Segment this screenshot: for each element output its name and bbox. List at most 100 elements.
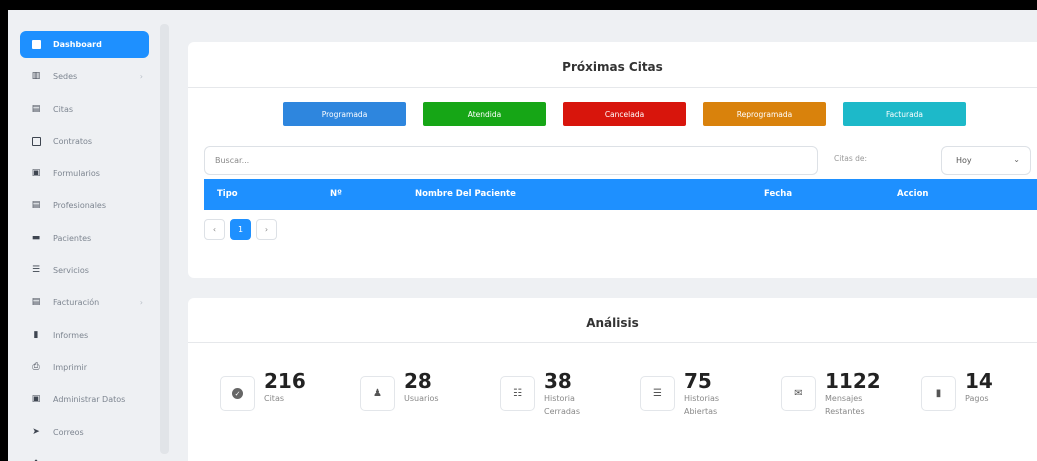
stat-text: 75 Historias Abiertas (684, 370, 719, 418)
list-icon: ☰ (31, 265, 41, 276)
stat-label: Usuarios (404, 394, 439, 403)
analysis-title: Análisis (586, 316, 639, 330)
database-icon: ▣ (31, 394, 41, 405)
sidebar-item-sedes[interactable]: ▥ Sedes › (20, 63, 149, 90)
sidebar-item-contratos[interactable]: Contratos (20, 128, 149, 155)
sidebar-item-dashboard[interactable]: Dashboard (20, 31, 149, 58)
sidebar-item-correos[interactable]: ➤ Correos (20, 419, 149, 446)
sidebar-item-administrar-datos[interactable]: ▣ Administrar Datos (20, 386, 149, 413)
sidebar-item-pacientes[interactable]: ▬ Pacientes (20, 225, 149, 252)
sidebar-item-formularios[interactable]: ▣ Formularios (20, 160, 149, 187)
dashboard-icon (31, 40, 41, 50)
sidebar-item-label: Sedes (53, 72, 78, 82)
stat-value: 28 (404, 369, 432, 393)
check-circle-icon: ✓ (220, 376, 255, 411)
stat-label: Abiertas (684, 407, 718, 416)
chevron-right-icon: › (139, 298, 143, 308)
stat-label: Historias (684, 394, 720, 403)
chevron-right-icon: › (139, 72, 143, 82)
sidebar-item-configuraciones[interactable]: ✿Configuraciones› (20, 451, 149, 461)
sidebar-item-informes[interactable]: ▮ Informes (20, 322, 149, 349)
search-input[interactable] (204, 146, 818, 175)
list-icon: ☰ (640, 376, 675, 411)
form-icon: ▣ (31, 168, 41, 179)
contract-icon (31, 136, 41, 146)
date-filter-value: Hoy (956, 156, 972, 165)
stat-item: ☰ 75 Historias Abiertas (640, 370, 719, 418)
stat-label: Restantes (825, 407, 865, 416)
stat-label: Pagos (965, 394, 989, 403)
sidebar-nav: Dashboard ▥ Sedes › ▤ Citas Contratos ▣ Formular… (20, 31, 149, 461)
sidebar-item-label: Administrar Datos (53, 395, 126, 405)
calendar-icon: ▤ (31, 103, 41, 114)
sidebar-item-label: Profesionales (53, 201, 106, 211)
sidebar-item-label: Formularios (53, 169, 100, 179)
stat-text: 1122 Mensajes Restantes (825, 370, 881, 418)
pagination: ‹ 1 › (204, 219, 277, 240)
appointments-card: Próximas Citas Programada Atendida Cancela… (188, 42, 1037, 278)
professional-icon: ▤ (31, 200, 41, 211)
stat-value: 216 (264, 369, 306, 393)
appointments-title: Próximas Citas (562, 60, 663, 74)
sidebar-item-label: Pacientes (53, 233, 92, 243)
column-header-fecha: Fecha (764, 189, 793, 199)
sidebar-item-label: Contratos (53, 136, 93, 146)
status-button-facturada[interactable]: Facturada (843, 102, 966, 126)
stat-value: 14 (965, 369, 993, 393)
status-button-atendida[interactable]: Atendida (423, 102, 546, 126)
date-filter-select[interactable]: Hoy ⌄ (941, 146, 1031, 175)
sidebar: Dashboard ▥ Sedes › ▤ Citas Contratos ▣ Formular… (8, 10, 173, 461)
stat-text: 28 Usuarios (404, 370, 439, 411)
stat-item: ▮ 14 Pagos (921, 370, 993, 411)
status-button-reprogramada[interactable]: Reprogramada (703, 102, 826, 126)
column-header-accion: Accion (897, 189, 929, 199)
stat-value: 38 (544, 369, 572, 393)
column-header-patient-name: Nombre Del Paciente (415, 189, 516, 199)
column-header-tipo: Tipo (217, 189, 238, 199)
stat-item: ☷ 38 Historia Cerradas (500, 370, 580, 418)
sidebar-item-label: Dashboard (53, 40, 102, 49)
stat-text: 14 Pagos (965, 370, 993, 411)
stat-label: Citas (264, 394, 285, 403)
sidebar-item-facturación[interactable]: ▤ Facturación › (20, 289, 149, 316)
filter-label: Citas de: (834, 154, 868, 163)
sidebar-item-imprimir[interactable]: ⎙ Imprimir (20, 354, 149, 381)
sidebar-item-label: Correos (53, 427, 84, 437)
sidebar-item-label: Citas (53, 104, 74, 114)
sidebar-item-profesionales[interactable]: ▤ Profesionales (20, 192, 149, 219)
chevron-down-icon: ⌄ (1013, 155, 1020, 164)
next-page-button[interactable]: › (256, 219, 277, 240)
status-button-cancelada[interactable]: Cancelada (563, 102, 686, 126)
sidebar-item-label: Servicios (53, 266, 89, 276)
stat-text: 38 Historia Cerradas (544, 370, 580, 418)
sidebar-item-label: Facturación (53, 298, 100, 308)
sidebar-item-servicios[interactable]: ☰ Servicios (20, 257, 149, 284)
stat-text: 216 Citas (264, 370, 306, 411)
status-button-programada[interactable]: Programada (283, 102, 406, 126)
column-header-numero: Nº (330, 189, 342, 199)
stat-item: ✓ 216 Citas (220, 370, 306, 411)
prev-page-button[interactable]: ‹ (204, 219, 225, 240)
document-icon: ▮ (921, 376, 956, 411)
patients-icon: ▬ (31, 232, 41, 243)
sidebar-item-citas[interactable]: ▤ Citas (20, 96, 149, 123)
page-1-button[interactable]: 1 (230, 219, 251, 240)
checklist-icon: ☷ (500, 376, 535, 411)
report-icon: ▮ (33, 329, 39, 340)
divider (188, 342, 1037, 343)
stat-label: Mensajes (825, 394, 863, 403)
table-header: Tipo Nº Nombre Del Paciente Fecha Accion (204, 179, 1037, 210)
stat-value: 1122 (825, 369, 881, 393)
billing-icon: ▤ (31, 297, 41, 308)
stat-item: ♟ 28 Usuarios (360, 370, 439, 411)
stat-value: 75 (684, 369, 712, 393)
print-icon: ⎙ (32, 361, 40, 372)
sidebar-item-label: Informes (53, 330, 89, 340)
stat-label: Cerradas (544, 407, 580, 416)
send-icon: ➤ (32, 426, 40, 437)
sidebar-scrollbar[interactable] (160, 24, 169, 454)
app-frame: Dashboard ▥ Sedes › ▤ Citas Contratos ▣ Formular… (8, 10, 1037, 461)
building-icon: ▥ (31, 71, 41, 82)
user-icon: ♟ (360, 376, 395, 411)
mail-icon: ✉ (781, 376, 816, 411)
